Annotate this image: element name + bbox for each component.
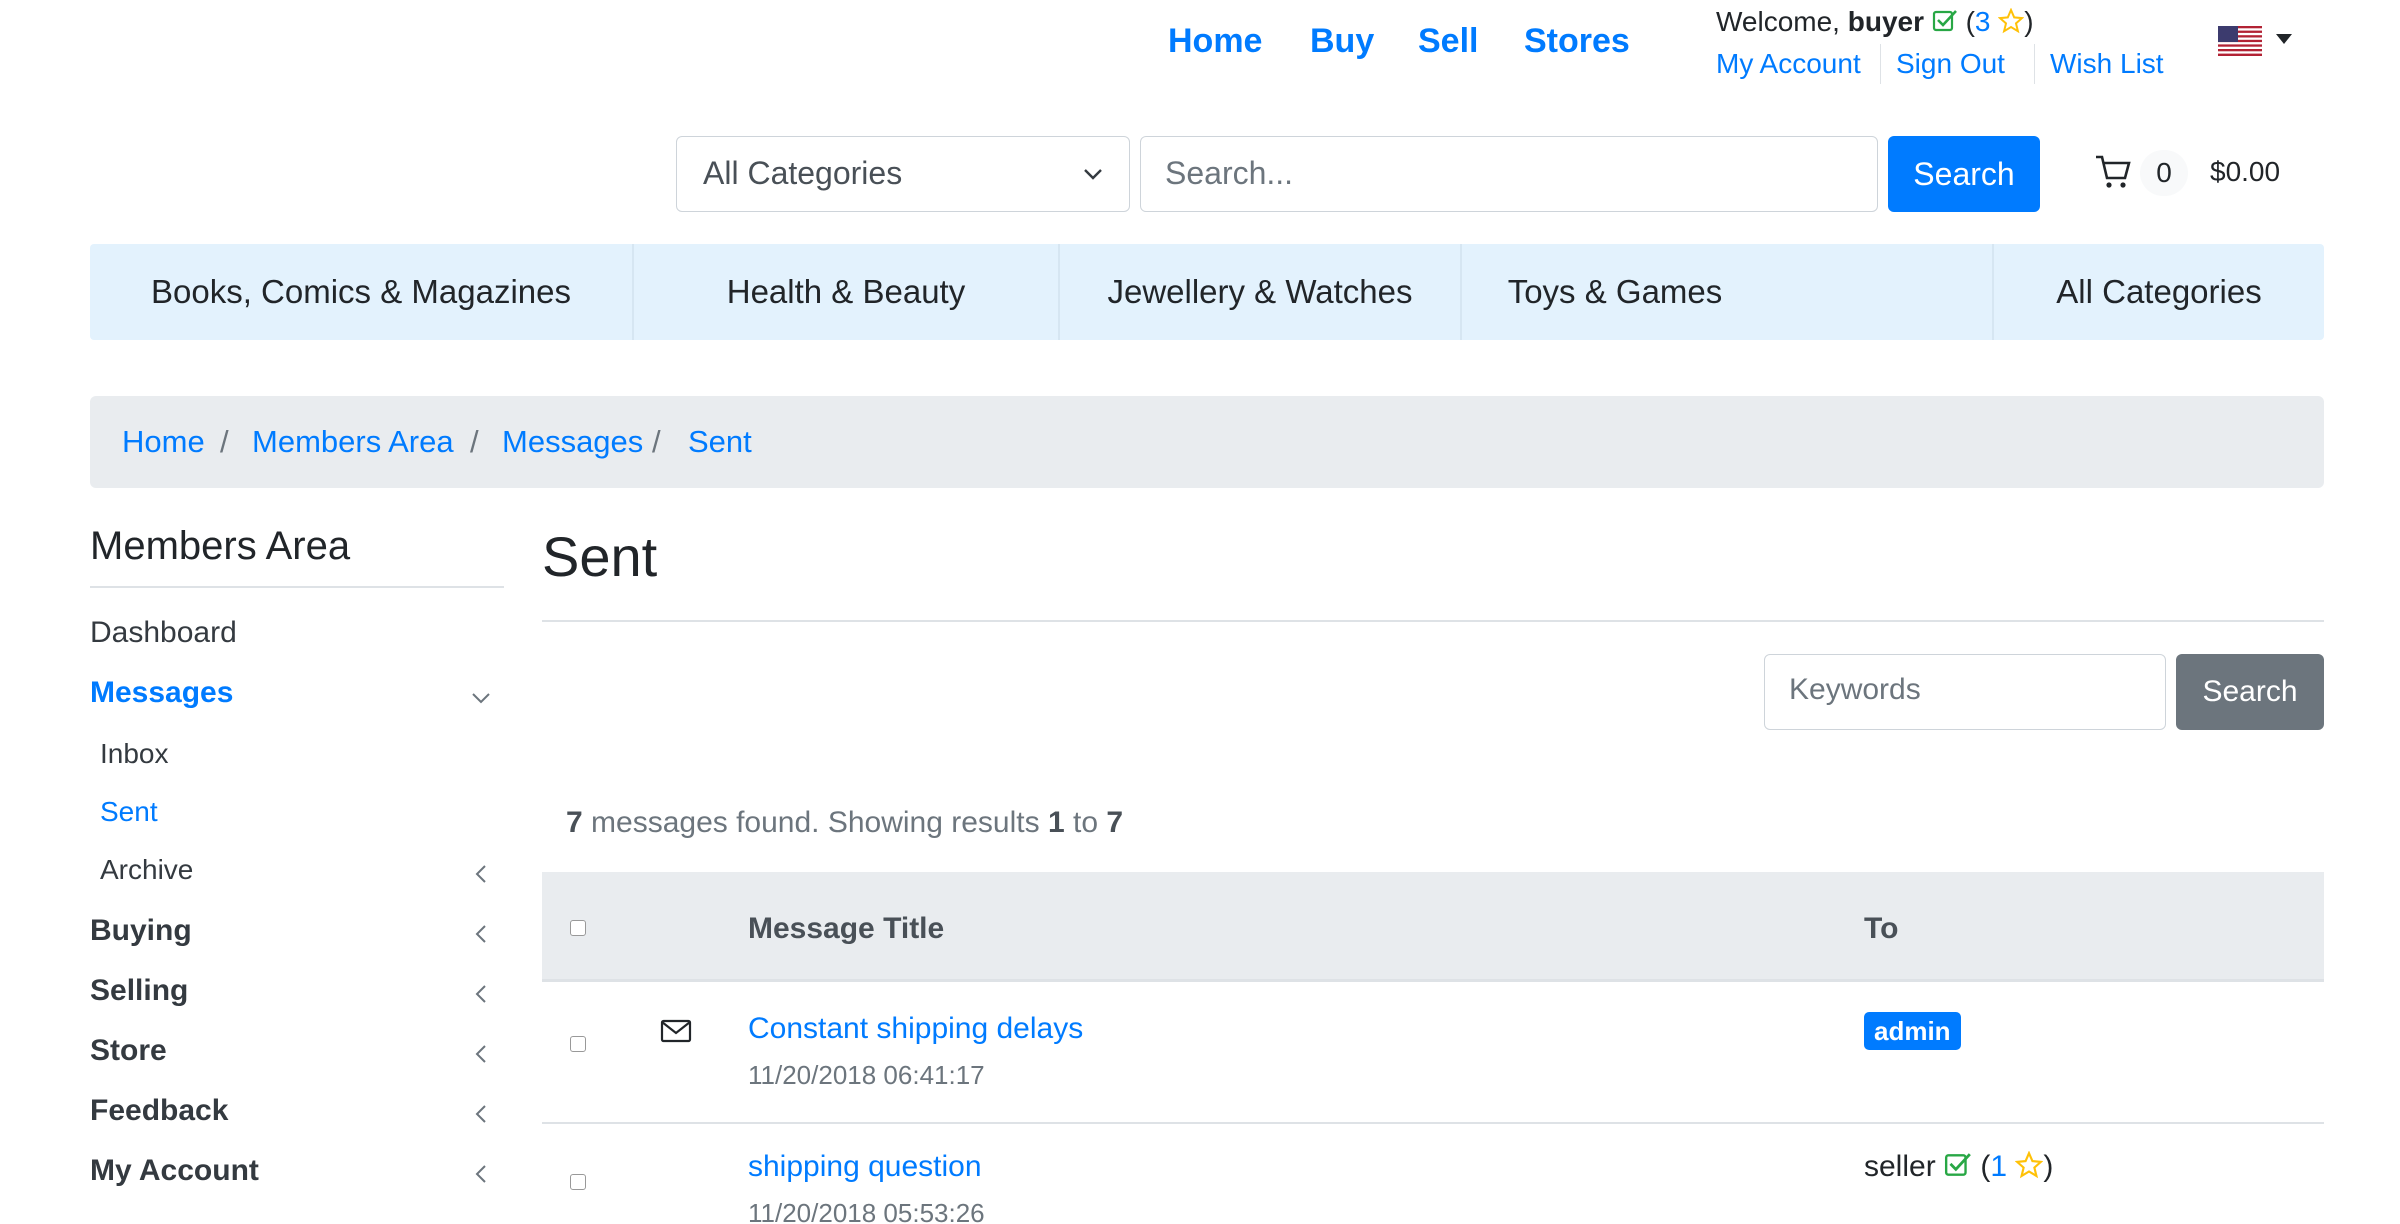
wish-list-link[interactable]: Wish List xyxy=(2050,48,2164,80)
us-flag-icon[interactable] xyxy=(2218,26,2262,56)
breadcrumb-members-area[interactable]: Members Area xyxy=(252,424,454,460)
chevron-left-icon[interactable] xyxy=(470,1100,492,1132)
sign-out-link[interactable]: Sign Out xyxy=(1896,48,2005,80)
message-title-link[interactable]: Constant shipping delays xyxy=(748,1012,1083,1046)
results-to-word: to xyxy=(1073,806,1099,839)
sidebar-item-selling[interactable]: Selling xyxy=(90,974,188,1008)
divider xyxy=(2034,44,2035,84)
breadcrumb-separator: / xyxy=(470,424,479,459)
category-bar: Books, Comics & Magazines Health & Beaut… xyxy=(90,244,2324,340)
sidebar-item-sent[interactable]: Sent xyxy=(100,796,158,828)
message-date: 11/20/2018 05:53:26 xyxy=(748,1198,985,1224)
sidebar-item-my-account[interactable]: My Account xyxy=(90,1154,259,1188)
envelope-icon xyxy=(660,1018,692,1051)
nav-home-link[interactable]: Home xyxy=(1168,22,1262,61)
nav-buy-link[interactable]: Buy xyxy=(1310,22,1374,61)
chevron-left-icon[interactable] xyxy=(470,1040,492,1072)
category-health-beauty[interactable]: Health & Beauty xyxy=(634,244,1058,340)
breadcrumb-messages[interactable]: Messages xyxy=(502,424,643,460)
username: buyer xyxy=(1847,6,1924,37)
column-to[interactable]: To xyxy=(1864,912,1898,946)
sidebar-title: Members Area xyxy=(90,524,351,568)
recipient-name: seller xyxy=(1864,1150,1936,1183)
sidebar-item-buying[interactable]: Buying xyxy=(90,914,192,948)
search-placeholder: Search... xyxy=(1165,155,1294,191)
chevron-left-icon[interactable] xyxy=(470,860,492,892)
table-header: Message Title To xyxy=(542,872,2324,982)
breadcrumb-separator: / xyxy=(652,424,661,459)
sidebar-item-inbox[interactable]: Inbox xyxy=(100,738,169,770)
category-toys-games[interactable]: Toys & Games xyxy=(1462,244,1768,340)
recipient-badge[interactable]: admin xyxy=(1864,1012,1961,1050)
results-text: messages found. Showing results xyxy=(591,806,1040,839)
keywords-placeholder: Keywords xyxy=(1789,673,1921,706)
my-account-link[interactable]: My Account xyxy=(1716,48,1861,80)
welcome-message: Welcome, buyer (3 ) xyxy=(1716,6,2034,41)
row-checkbox[interactable] xyxy=(570,1036,586,1052)
verified-check-icon xyxy=(1944,1151,1972,1187)
nav-stores-link[interactable]: Stores xyxy=(1524,22,1630,61)
divider xyxy=(542,620,2324,622)
verified-check-icon xyxy=(1932,8,1958,41)
category-all[interactable]: All Categories xyxy=(1994,244,2324,340)
breadcrumb-sent[interactable]: Sent xyxy=(688,424,752,460)
star-icon xyxy=(1997,7,2025,41)
nav-sell-link[interactable]: Sell xyxy=(1418,22,1478,61)
cart-total: $0.00 xyxy=(2210,156,2281,187)
chevron-left-icon[interactable] xyxy=(470,1160,492,1192)
row-checkbox[interactable] xyxy=(570,1174,586,1190)
welcome-prefix: Welcome, xyxy=(1716,6,1840,37)
sidebar-item-feedback[interactable]: Feedback xyxy=(90,1094,228,1128)
rating-open: ( xyxy=(1980,1150,1991,1183)
chevron-left-icon[interactable] xyxy=(470,920,492,952)
recipient-user[interactable]: seller (1 ) xyxy=(1864,1150,2053,1187)
results-to: 7 xyxy=(1106,806,1124,839)
divider xyxy=(90,586,504,588)
results-summary: 7 messages found. Showing results 1 to 7 xyxy=(566,806,1123,840)
sidebar-item-dashboard[interactable]: Dashboard xyxy=(90,616,237,650)
results-from: 1 xyxy=(1047,806,1065,839)
select-all-checkbox[interactable] xyxy=(570,920,586,936)
page-title: Sent xyxy=(542,525,658,588)
rating-count: 3 xyxy=(1974,6,1991,37)
category-jewellery-watches[interactable]: Jewellery & Watches xyxy=(1060,244,1460,340)
rating-count: 1 xyxy=(1990,1150,2008,1183)
cart-icon[interactable] xyxy=(2094,154,2132,197)
chevron-down-icon[interactable] xyxy=(470,684,492,716)
breadcrumb: Home / Members Area / Messages / Sent xyxy=(90,396,2324,488)
category-select[interactable]: All Categories xyxy=(676,136,1130,212)
cart-count-badge: 0 xyxy=(2140,150,2188,196)
sidebar-item-archive[interactable]: Archive xyxy=(100,854,193,886)
chevron-down-icon[interactable] xyxy=(2276,34,2292,44)
category-select-value: All Categories xyxy=(703,155,903,191)
keywords-input[interactable]: Keywords xyxy=(1764,654,2166,730)
chevron-down-icon xyxy=(1081,161,1105,193)
search-input[interactable]: Search... xyxy=(1140,136,1878,212)
message-title-link[interactable]: shipping question xyxy=(748,1150,982,1184)
category-books[interactable]: Books, Comics & Magazines xyxy=(90,244,632,340)
divider xyxy=(1880,44,1881,84)
sidebar-item-store[interactable]: Store xyxy=(90,1034,167,1068)
sidebar-item-messages[interactable]: Messages xyxy=(90,676,233,710)
star-icon xyxy=(2014,1150,2044,1187)
message-date: 11/20/2018 06:41:17 xyxy=(748,1060,985,1090)
rating-close: ) xyxy=(2024,6,2034,37)
chevron-left-icon[interactable] xyxy=(470,980,492,1012)
column-message-title[interactable]: Message Title xyxy=(748,912,944,946)
results-count: 7 xyxy=(566,806,583,839)
breadcrumb-home[interactable]: Home xyxy=(122,424,205,460)
breadcrumb-separator: / xyxy=(220,424,229,459)
rating-open: ( xyxy=(1965,6,1975,37)
divider xyxy=(542,1122,2324,1124)
rating-close: ) xyxy=(2043,1150,2054,1183)
keywords-search-button[interactable]: Search xyxy=(2176,654,2324,730)
search-button[interactable]: Search xyxy=(1888,136,2040,212)
